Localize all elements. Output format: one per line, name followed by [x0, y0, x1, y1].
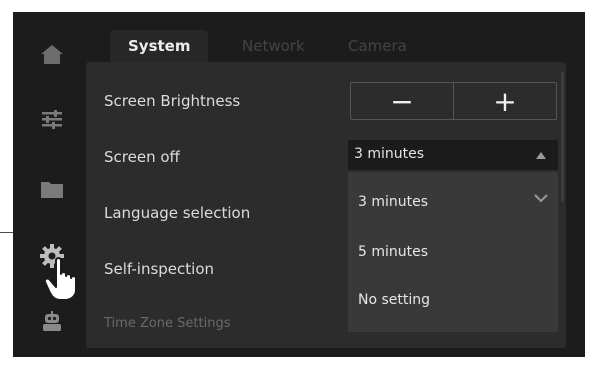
nav-robot[interactable] — [38, 308, 66, 336]
dropdown-option-5-minutes[interactable]: 5 minutes — [358, 244, 428, 260]
robot-icon — [43, 311, 61, 331]
nav-files[interactable] — [38, 175, 66, 203]
folder-icon — [41, 182, 63, 198]
brightness-decrease-button[interactable]: − — [351, 83, 453, 119]
tab-system[interactable]: System — [110, 30, 209, 62]
screen-off-label: Screen off — [104, 148, 180, 166]
nav-adjust[interactable] — [38, 105, 66, 133]
hand-pointer-icon — [44, 257, 77, 301]
home-icon — [41, 45, 63, 64]
screen-off-dropdown: 3 minutes 5 minutes No setting — [348, 172, 558, 332]
settings-panel: Screen Brightness − + Screen off 3 minut… — [86, 62, 566, 348]
tab-network[interactable]: Network — [242, 30, 305, 62]
time-zone-label[interactable]: Time Zone Settings — [104, 316, 231, 331]
brightness-label: Screen Brightness — [104, 92, 241, 110]
nav-home[interactable] — [38, 40, 66, 68]
dropdown-option-3-minutes[interactable]: 3 minutes — [358, 194, 428, 210]
brightness-increase-button[interactable]: + — [453, 83, 556, 119]
scrollbar[interactable] — [561, 72, 564, 202]
chevron-down-icon — [534, 194, 548, 203]
self-inspection-label[interactable]: Self-inspection — [104, 260, 214, 278]
language-label[interactable]: Language selection — [104, 204, 250, 222]
caret-up-icon — [536, 152, 546, 159]
brightness-stepper: − + — [350, 82, 557, 120]
dropdown-option-no-setting[interactable]: No setting — [358, 292, 430, 308]
screen-off-value: 3 minutes — [354, 146, 425, 162]
sliders-icon — [42, 110, 62, 129]
tab-camera[interactable]: Camera — [348, 30, 407, 62]
screen-off-select[interactable]: 3 minutes — [348, 140, 558, 170]
